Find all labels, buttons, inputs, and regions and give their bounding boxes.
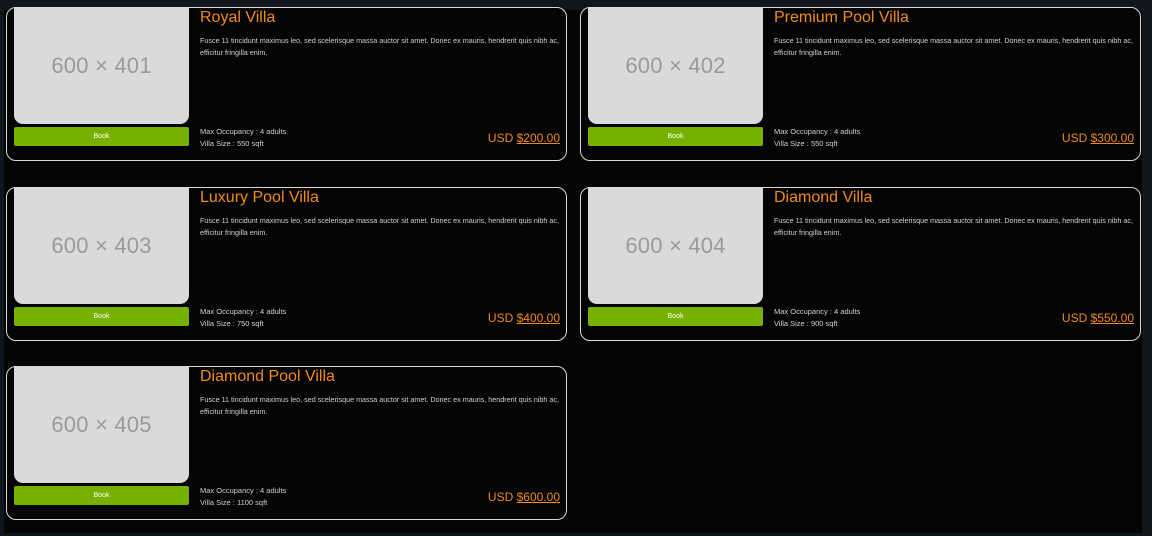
villa-meta: Max Occupancy : 4 adults Villa Size : 55… — [200, 126, 286, 150]
villa-description: Fusce 11 tincidunt maximus leo, sed scel… — [200, 395, 560, 416]
villa-image-placeholder: 600 × 401 — [14, 7, 189, 124]
book-button[interactable]: Book — [14, 127, 189, 146]
villa-title[interactable]: Premium Pool Villa — [774, 8, 909, 28]
villa-description: Fusce 11 tincidunt maximus leo, sed scel… — [200, 36, 560, 57]
price-currency: USD — [487, 490, 514, 504]
villa-description: Fusce 11 tincidunt maximus leo, sed scel… — [774, 36, 1134, 57]
max-occupancy: Max Occupancy : 4 adults — [774, 307, 861, 316]
villa-size: Villa Size : 900 sqft — [774, 319, 838, 328]
villa-size: Villa Size : 1100 sqft — [200, 498, 268, 507]
villa-price: USD $400.00 — [488, 311, 560, 326]
price-currency: USD — [487, 131, 514, 145]
villa-meta: Max Occupancy : 4 adults Villa Size : 11… — [200, 485, 286, 509]
book-button[interactable]: Book — [14, 486, 189, 505]
villa-title[interactable]: Diamond Villa — [774, 188, 872, 208]
villa-title[interactable]: Luxury Pool Villa — [200, 188, 319, 208]
book-button[interactable]: Book — [14, 307, 189, 326]
max-occupancy: Max Occupancy : 4 adults — [200, 307, 287, 316]
villa-price: USD $600.00 — [488, 490, 560, 505]
villa-card: 600 × 403 Book Luxury Pool Villa Fusce 1… — [6, 187, 567, 341]
villa-card: 600 × 404 Book Diamond Villa Fusce 11 ti… — [580, 187, 1141, 341]
villa-card: 600 × 402 Book Premium Pool Villa Fusce … — [580, 7, 1141, 161]
book-button[interactable]: Book — [588, 307, 763, 326]
villa-meta: Max Occupancy : 4 adults Villa Size : 75… — [200, 306, 286, 330]
villa-price: USD $300.00 — [1062, 131, 1134, 146]
price-currency: USD — [1061, 131, 1088, 145]
villa-image-placeholder: 600 × 402 — [588, 7, 763, 124]
villa-card: 600 × 401 Book Royal Villa Fusce 11 tinc… — [6, 7, 567, 161]
price-amount-link[interactable]: $400.00 — [517, 311, 560, 325]
villa-list: 600 × 401 Book Royal Villa Fusce 11 tinc… — [4, 7, 1142, 533]
villa-description: Fusce 11 tincidunt maximus leo, sed scel… — [200, 216, 560, 237]
price-amount-link[interactable]: $600.00 — [517, 490, 560, 504]
villa-size: Villa Size : 550 sqft — [774, 139, 838, 148]
villa-image-placeholder: 600 × 403 — [14, 187, 189, 304]
villa-size: Villa Size : 550 sqft — [200, 139, 264, 148]
max-occupancy: Max Occupancy : 4 adults — [774, 127, 861, 136]
max-occupancy: Max Occupancy : 4 adults — [200, 486, 287, 495]
villa-description: Fusce 11 tincidunt maximus leo, sed scel… — [774, 216, 1134, 237]
price-amount-link[interactable]: $550.00 — [1091, 311, 1134, 325]
villa-image-placeholder: 600 × 405 — [14, 366, 189, 483]
price-currency: USD — [487, 311, 514, 325]
villa-size: Villa Size : 750 sqft — [200, 319, 264, 328]
villa-price: USD $200.00 — [488, 131, 560, 146]
villa-title[interactable]: Royal Villa — [200, 8, 275, 28]
price-currency: USD — [1061, 311, 1088, 325]
villa-image-placeholder: 600 × 404 — [588, 187, 763, 304]
villa-card: 600 × 405 Book Diamond Pool Villa Fusce … — [6, 366, 567, 520]
villa-title[interactable]: Diamond Pool Villa — [200, 367, 335, 387]
villa-meta: Max Occupancy : 4 adults Villa Size : 55… — [774, 126, 860, 150]
price-amount-link[interactable]: $200.00 — [517, 131, 560, 145]
price-amount-link[interactable]: $300.00 — [1091, 131, 1134, 145]
villa-meta: Max Occupancy : 4 adults Villa Size : 90… — [774, 306, 860, 330]
max-occupancy: Max Occupancy : 4 adults — [200, 127, 287, 136]
book-button[interactable]: Book — [588, 127, 763, 146]
villa-price: USD $550.00 — [1062, 311, 1134, 326]
